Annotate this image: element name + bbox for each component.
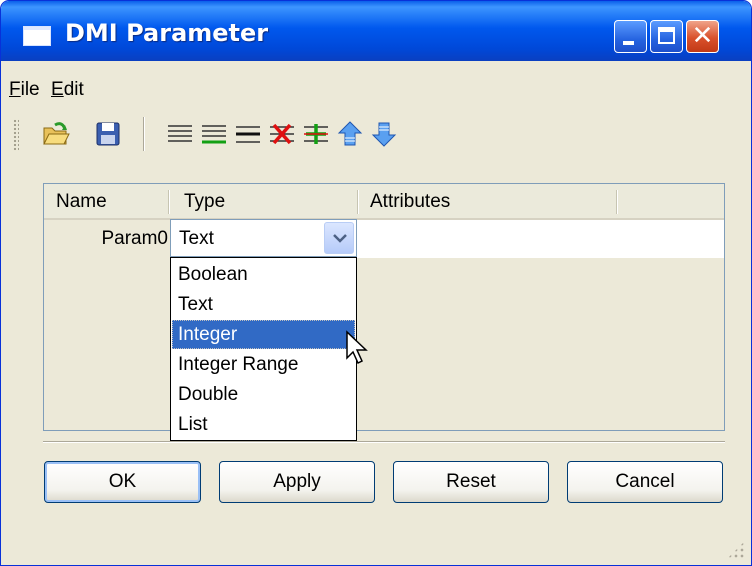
- minimize-button[interactable]: [614, 20, 647, 53]
- maximize-icon: [658, 27, 675, 44]
- menu-bar: File Edit: [1, 61, 751, 109]
- table-row[interactable]: Param0: [44, 220, 724, 258]
- column-divider[interactable]: [616, 190, 617, 214]
- menu-file-label: ile: [20, 79, 40, 100]
- apply-button[interactable]: Apply: [219, 461, 375, 503]
- minimize-icon: [623, 41, 634, 45]
- type-combobox-value: Text: [179, 228, 214, 249]
- save-icon[interactable]: [93, 119, 123, 149]
- column-header-attributes[interactable]: Attributes: [370, 191, 450, 213]
- param-name: Param0: [101, 228, 168, 249]
- dmi-parameter-window: DMI Parameter ✕ File Edit Name Type Attr…: [0, 0, 752, 566]
- move-down-arrow-icon[interactable]: [369, 119, 399, 149]
- open-folder-icon[interactable]: [41, 119, 71, 149]
- toolbar: [1, 109, 751, 159]
- menu-edit[interactable]: Edit: [51, 79, 84, 101]
- grid-body: Param0: [44, 220, 724, 430]
- cancel-button[interactable]: Cancel: [567, 461, 723, 503]
- mouse-pointer-icon: [346, 330, 368, 365]
- chevron-down-icon: [333, 234, 347, 243]
- option-integer-range[interactable]: Integer Range: [172, 350, 355, 379]
- menu-file[interactable]: File: [9, 79, 40, 101]
- close-button[interactable]: ✕: [686, 20, 719, 53]
- column-header-name[interactable]: Name: [56, 191, 107, 213]
- delete-row-red-x-icon[interactable]: [267, 119, 297, 149]
- type-combobox[interactable]: Text: [170, 219, 357, 257]
- ok-button[interactable]: OK: [44, 461, 201, 503]
- column-header-type[interactable]: Type: [184, 191, 225, 213]
- close-icon: ✕: [691, 21, 714, 51]
- toolbar-separator: [143, 117, 145, 151]
- title-bar[interactable]: DMI Parameter ✕: [1, 1, 751, 61]
- insert-row-plus-icon[interactable]: [301, 119, 331, 149]
- lines-icon[interactable]: [233, 119, 263, 149]
- option-double[interactable]: Double: [172, 380, 355, 409]
- separator-line: [43, 441, 725, 443]
- option-list[interactable]: List: [172, 410, 355, 439]
- toolbar-grip[interactable]: [13, 119, 19, 151]
- combobox-dropdown-button[interactable]: [324, 222, 354, 254]
- column-divider[interactable]: [357, 190, 358, 214]
- menu-edit-label: dit: [63, 79, 84, 100]
- menu-edit-mnemonic: E: [51, 79, 64, 100]
- move-up-arrow-icon[interactable]: [335, 119, 365, 149]
- parameter-grid[interactable]: Name Type Attributes Param0: [43, 183, 725, 431]
- window-icon: [23, 26, 51, 46]
- option-integer[interactable]: Integer: [172, 320, 355, 349]
- align-left-icon[interactable]: [165, 119, 195, 149]
- menu-file-mnemonic: F: [9, 79, 21, 100]
- option-text[interactable]: Text: [172, 290, 355, 319]
- row-name-cell[interactable]: Param0: [44, 220, 170, 258]
- resize-grip[interactable]: [727, 541, 745, 559]
- type-dropdown-list: Boolean Text Integer Integer Range Doubl…: [170, 257, 357, 441]
- window-title: DMI Parameter: [65, 19, 269, 47]
- reset-button[interactable]: Reset: [393, 461, 549, 503]
- maximize-button[interactable]: [650, 20, 683, 53]
- add-row-green-icon[interactable]: [199, 119, 229, 149]
- column-divider[interactable]: [168, 190, 169, 214]
- grid-header: Name Type Attributes: [44, 184, 724, 220]
- option-boolean[interactable]: Boolean: [172, 260, 355, 289]
